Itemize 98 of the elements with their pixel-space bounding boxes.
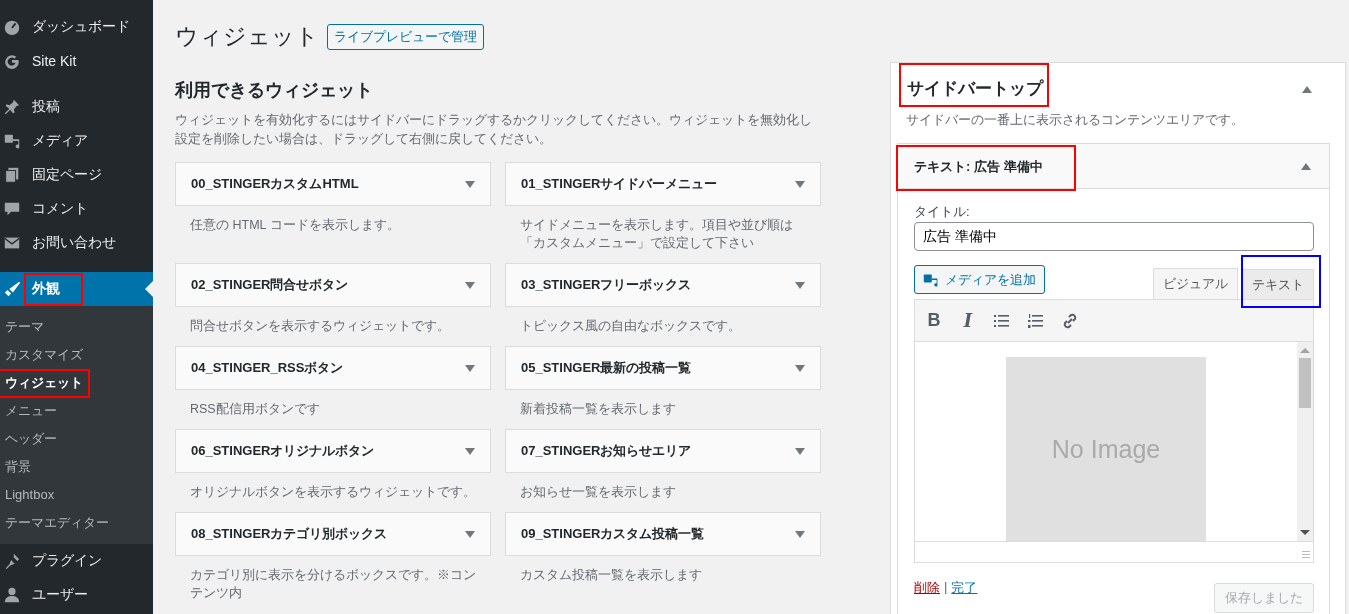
caret-icon (465, 281, 475, 289)
widget-title: テキスト: 広告 準備中 (914, 157, 1043, 176)
sidebar-area-title: サイドバートップ (907, 79, 1043, 99)
submenu-item[interactable]: テーマエディター (0, 509, 116, 537)
dashboard-icon (3, 18, 21, 36)
menu-label: 外観 (31, 280, 61, 296)
caret-icon (795, 447, 805, 455)
widget-name: 04_STINGER_RSSボタン (191, 359, 344, 377)
widget-name: 02_STINGER問合せボタン (191, 276, 349, 294)
menu-label: ユーザー (31, 586, 89, 602)
caret-icon (795, 281, 805, 289)
widget-name: 09_STINGERカスタム投稿一覧 (521, 525, 705, 543)
caret-icon[interactable] (1301, 162, 1311, 170)
caret-icon (465, 180, 475, 188)
menu-label: お問い合わせ (31, 234, 117, 250)
submenu-item[interactable]: Lightbox (0, 481, 62, 509)
media-icon (3, 132, 21, 150)
widget-name: 01_STINGERサイドバーメニュー (521, 175, 718, 193)
submenu-item[interactable]: カスタマイズ (0, 341, 90, 369)
menu-label: 固定ページ (31, 166, 103, 182)
caret-icon (465, 364, 475, 372)
user-icon (3, 586, 21, 604)
widget-name: 03_STINGERフリーボックス (521, 276, 692, 294)
editor-tab[interactable]: テキスト (1242, 269, 1314, 299)
menu-label: ダッシュボード (31, 18, 131, 34)
page-title: ウィジェット (175, 22, 319, 51)
widget-card[interactable]: 02_STINGER問合せボタン (175, 263, 491, 307)
bold-button[interactable]: B (921, 306, 947, 335)
section-heading: 利用できるウィジェット (175, 79, 374, 102)
widget-card[interactable]: 05_STINGER最新の投稿一覧 (505, 346, 821, 390)
media-icon (923, 271, 939, 288)
widget-description: 問合せボタンを表示するウィジェットです。 (189, 318, 451, 335)
widget-card[interactable]: 04_STINGER_RSSボタン (175, 346, 491, 390)
widget-description: 新着投稿一覧を表示します (519, 401, 677, 418)
menu-item[interactable]: 固定ページ (0, 158, 153, 192)
menu-item[interactable]: ダッシュボード (0, 10, 153, 44)
widget-description: オリジナルボタンを表示するウィジェットです。 (189, 484, 477, 501)
widget-name: 00_STINGERカスタムHTML (191, 175, 359, 193)
menu-item[interactable]: ユーザー (0, 578, 153, 612)
menu-label: メディア (31, 132, 89, 148)
menu-label: 投稿 (31, 98, 61, 114)
widget-description: RSS配信用ボタンです (189, 401, 321, 418)
done-link[interactable]: 完了 (951, 579, 978, 597)
caret-icon (465, 530, 475, 538)
menu-item[interactable]: お問い合わせ (0, 226, 153, 260)
widget-name: 07_STINGERお知らせエリア (521, 442, 692, 460)
widget-card[interactable]: 09_STINGERカスタム投稿一覧 (505, 512, 821, 556)
widget-card[interactable]: 00_STINGERカスタムHTML (175, 162, 491, 206)
pin-icon (3, 98, 21, 116)
widget-card[interactable]: 07_STINGERお知らせエリア (505, 429, 821, 473)
widget-description: お知らせ一覧を表示します (519, 484, 677, 501)
italic-button[interactable]: I (955, 306, 981, 335)
caret-icon (795, 530, 805, 538)
menu-item[interactable]: 投稿 (0, 90, 153, 124)
menu-item[interactable]: コメント (0, 192, 153, 226)
brush-icon (3, 280, 21, 298)
delete-link[interactable]: 削除 (914, 579, 940, 597)
resize-handle[interactable] (1302, 551, 1310, 559)
menu-label: Site Kit (31, 53, 78, 69)
submenu-item[interactable]: ヘッダー (0, 425, 64, 453)
widget-name: 08_STINGERカテゴリ別ボックス (191, 525, 388, 543)
widget-name: 06_STINGERオリジナルボタン (191, 442, 375, 460)
g-letter-icon (3, 52, 21, 70)
widget-name: 05_STINGER最新の投稿一覧 (521, 359, 692, 377)
pages-icon (3, 166, 21, 184)
submenu-item[interactable]: ウィジェット (0, 369, 90, 397)
widget-card[interactable]: 01_STINGERサイドバーメニュー (505, 162, 821, 206)
widget-card[interactable]: 08_STINGERカテゴリ別ボックス (175, 512, 491, 556)
menu-item[interactable]: メディア (0, 124, 153, 158)
live-preview-button[interactable]: ライブプレビューで管理 (327, 23, 484, 50)
menu-item[interactable]: 外観 (0, 272, 153, 306)
widget-card[interactable]: 03_STINGERフリーボックス (505, 263, 821, 307)
editor-tab[interactable]: ビジュアル (1153, 268, 1238, 299)
submenu-item[interactable]: テーマ (0, 313, 51, 341)
caret-icon[interactable] (1302, 85, 1312, 93)
separator: | (944, 579, 948, 596)
widget-card[interactable]: 06_STINGERオリジナルボタン (175, 429, 491, 473)
field-label: タイトル: (914, 203, 971, 221)
caret-icon (465, 447, 475, 455)
menu-label: コメント (31, 200, 89, 216)
submenu-item[interactable]: メニュー (0, 397, 64, 425)
caret-icon (795, 364, 805, 372)
plug-icon (3, 552, 21, 570)
menu-item[interactable]: プラグイン (0, 544, 153, 578)
add-media-button[interactable]: メディアを追加 (914, 265, 1045, 294)
title-input[interactable]: 広告 準備中 (914, 222, 1314, 251)
sidebar-area-description: サイドバーの一番上に表示されるコンテンツエリアです。 (905, 111, 1245, 129)
widget-description: カスタム投稿一覧を表示します (519, 567, 703, 584)
scrollbar[interactable] (1297, 342, 1313, 541)
submenu-item[interactable]: 背景 (0, 453, 38, 481)
widget-description: トピックス風の自由なボックスです。 (519, 318, 742, 335)
widget-description: サイドメニューを表示します。項目や並び順は「カスタムメニュー」で設定して下さい (519, 217, 794, 252)
menu-item[interactable]: Site Kit (0, 44, 153, 78)
caret-icon (795, 180, 805, 188)
menu-label: プラグイン (31, 552, 103, 568)
widget-description: 任意の HTML コードを表示します。 (189, 217, 401, 234)
widget-description: カテゴリ別に表示を分けるボックスです。※コンテンツ内 (189, 567, 477, 602)
section-description: ウィジェットを有効化するにはサイドバーにドラッグするかクリックしてください。ウィジェットを無効化し設定を削除したい場合は、ドラッグして右側に戻してください。 (175, 111, 813, 148)
